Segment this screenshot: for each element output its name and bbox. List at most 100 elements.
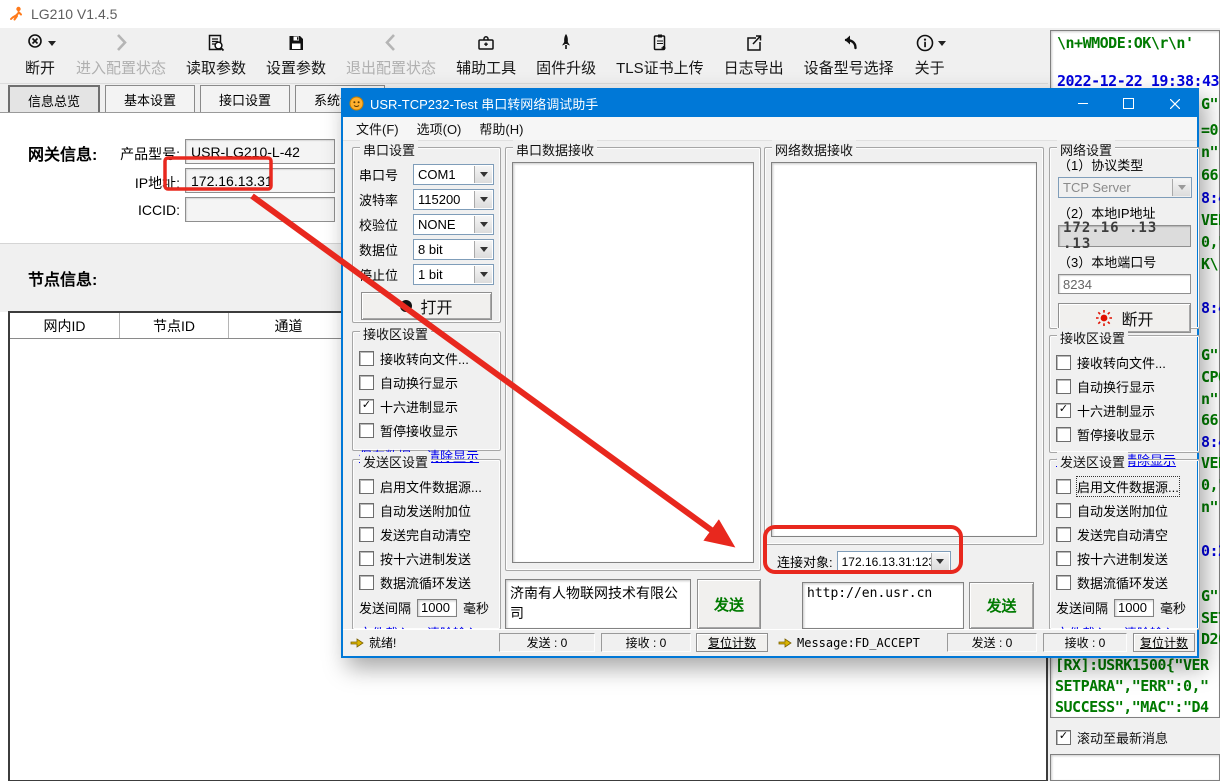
checkbox[interactable] — [1056, 527, 1071, 542]
tab-interface-settings[interactable]: 接口设置 — [200, 85, 290, 113]
checkbox-option[interactable]: 发送完自动清空 — [359, 525, 496, 544]
toolbar-device-model-button[interactable]: 设备型号选择 — [794, 28, 904, 78]
network-reset-count-button[interactable]: 复位计数 — [1133, 633, 1195, 652]
open-serial-button[interactable]: 打开 — [361, 292, 492, 320]
checkbox-option[interactable]: 按十六进制发送 — [359, 549, 496, 568]
com-port-select[interactable]: COM1 — [413, 164, 494, 185]
dropdown-arrow-icon[interactable] — [474, 216, 492, 233]
menu-file[interactable]: 文件(F) — [349, 117, 406, 140]
checkbox[interactable] — [359, 375, 374, 390]
stop-bits-select[interactable]: 1 bit — [413, 264, 494, 285]
dropdown-caret-icon[interactable] — [48, 41, 56, 46]
send-interval-input[interactable]: 1000 — [417, 599, 457, 617]
column-header[interactable]: 通道 — [229, 313, 349, 338]
serial-send-input[interactable]: 济南有人物联网技术有限公司 — [505, 579, 691, 629]
parity-select[interactable]: NONE — [413, 214, 494, 235]
checkbox[interactable] — [359, 503, 374, 518]
checkbox-option[interactable]: 发送完自动清空 — [1056, 525, 1195, 544]
maximize-button[interactable] — [1106, 90, 1151, 117]
tab-info-overview[interactable]: 信息总览 — [8, 85, 100, 115]
dropdown-arrow-icon[interactable] — [474, 191, 492, 208]
checkbox-option[interactable]: 自动换行显示 — [1056, 377, 1195, 396]
log-fragment: 66 — [1201, 411, 1218, 429]
checkbox[interactable]: ✓ — [359, 399, 374, 414]
toolbar-aux-tools-button[interactable]: 辅助工具 — [446, 28, 526, 78]
checkbox[interactable] — [359, 479, 374, 494]
log-fragment: 0," — [1201, 233, 1220, 251]
toolbar-exit-config-button[interactable]: 退出配置状态 — [336, 28, 446, 78]
column-header[interactable]: 节点ID — [120, 313, 229, 338]
toolbar: 断开 进入配置状态 读取参数 设置参数 退出配置状态 辅助工具 固件升级 TL — [0, 28, 1220, 84]
checkbox[interactable]: ✓ — [1056, 403, 1071, 418]
serial-recv-area[interactable] — [512, 162, 754, 563]
toolbar-tls-upload-button[interactable]: TLS证书上传 — [606, 28, 714, 78]
menu-options[interactable]: 选项(O) — [410, 117, 469, 140]
checkbox-option[interactable]: 自动换行显示 — [359, 373, 496, 392]
scroll-to-latest-checkbox[interactable]: ✓ — [1056, 730, 1071, 745]
checkbox-option[interactable]: 启用文件数据源... — [1056, 477, 1195, 496]
log-fragment: 0," — [1201, 476, 1220, 494]
toolbar-set-params-button[interactable]: 设置参数 — [256, 28, 336, 78]
dropdown-caret-icon[interactable] — [938, 41, 946, 46]
toolbar-enter-config-button[interactable]: 进入配置状态 — [66, 28, 176, 78]
checkbox[interactable] — [1056, 355, 1071, 370]
log-fragment: VER — [1201, 211, 1220, 229]
serial-send-button[interactable]: 发送 — [697, 579, 761, 629]
network-send-input[interactable]: http://en.usr.cn — [802, 582, 964, 629]
checkbox[interactable] — [1056, 427, 1071, 442]
tab-basic-settings[interactable]: 基本设置 — [105, 85, 195, 113]
send-interval-input[interactable]: 1000 — [1114, 599, 1154, 617]
checkbox[interactable] — [359, 575, 374, 590]
checkbox[interactable] — [359, 551, 374, 566]
network-send-button[interactable]: 发送 — [969, 582, 1034, 629]
connect-target-select[interactable]: 172.16.13.31:1234 — [837, 551, 951, 572]
checkbox-option[interactable]: 暂停接收显示 — [359, 421, 496, 440]
log-send-input[interactable] — [1050, 754, 1220, 781]
checkbox-option[interactable]: ✓十六进制显示 — [1056, 401, 1195, 420]
baud-rate-select[interactable]: 115200 — [413, 189, 494, 210]
menu-help[interactable]: 帮助(H) — [472, 117, 530, 140]
dropdown-arrow-icon[interactable] — [474, 166, 492, 183]
checkbox[interactable] — [1056, 479, 1071, 494]
checkbox-option[interactable]: 暂停接收显示 — [1056, 425, 1195, 444]
dropdown-arrow-icon[interactable] — [931, 553, 949, 570]
checkbox[interactable] — [359, 423, 374, 438]
scroll-to-latest-option[interactable]: ✓ 滚动至最新消息 — [1056, 728, 1168, 747]
log-line: [RX]:USRK1500{"VER — [1055, 656, 1209, 674]
checkbox-option[interactable]: ✓十六进制显示 — [359, 397, 496, 416]
checkbox-option[interactable]: 数据流循环发送 — [359, 573, 496, 592]
checkbox[interactable] — [1056, 551, 1071, 566]
toolbar-label: 设置参数 — [266, 57, 326, 78]
local-port-input[interactable]: 8234 — [1058, 274, 1191, 294]
checkbox-option[interactable]: 数据流循环发送 — [1056, 573, 1195, 592]
com-port-label: 串口号 — [359, 165, 407, 184]
minimize-button[interactable] — [1060, 90, 1105, 117]
checkbox-label: 暂停接收显示 — [380, 421, 458, 440]
toolbar-log-export-button[interactable]: 日志导出 — [714, 28, 794, 78]
data-bits-select[interactable]: 8 bit — [413, 239, 494, 260]
data-bits-label: 数据位 — [359, 240, 407, 259]
toolbar-disconnect-button[interactable]: 断开 — [14, 28, 66, 78]
checkbox[interactable] — [1056, 575, 1071, 590]
checkbox[interactable] — [1056, 503, 1071, 518]
toolbar-read-params-button[interactable]: 读取参数 — [176, 28, 256, 78]
checkbox[interactable] — [1056, 379, 1071, 394]
serial-reset-count-button[interactable]: 复位计数 — [696, 633, 768, 652]
checkbox-option[interactable]: 按十六进制发送 — [1056, 549, 1195, 568]
toolbar-about-button[interactable]: 关于 — [904, 28, 956, 78]
checkbox[interactable] — [359, 527, 374, 542]
dropdown-arrow-icon[interactable] — [474, 266, 492, 283]
toolbar-label: 关于 — [915, 57, 945, 78]
checkbox-option[interactable]: 自动发送附加位 — [359, 501, 496, 520]
checkbox-option[interactable]: 接收转向文件... — [1056, 353, 1195, 372]
network-recv-area[interactable] — [771, 162, 1037, 537]
iccid-label: ICCID: — [116, 202, 180, 218]
checkbox-option[interactable]: 启用文件数据源... — [359, 477, 496, 496]
toolbar-firmware-upgrade-button[interactable]: 固件升级 — [526, 28, 606, 78]
checkbox[interactable] — [359, 351, 374, 366]
checkbox-option[interactable]: 接收转向文件... — [359, 349, 496, 368]
column-header[interactable]: 网内ID — [10, 313, 120, 338]
dropdown-arrow-icon[interactable] — [474, 241, 492, 258]
close-button[interactable] — [1152, 90, 1197, 117]
checkbox-option[interactable]: 自动发送附加位 — [1056, 501, 1195, 520]
